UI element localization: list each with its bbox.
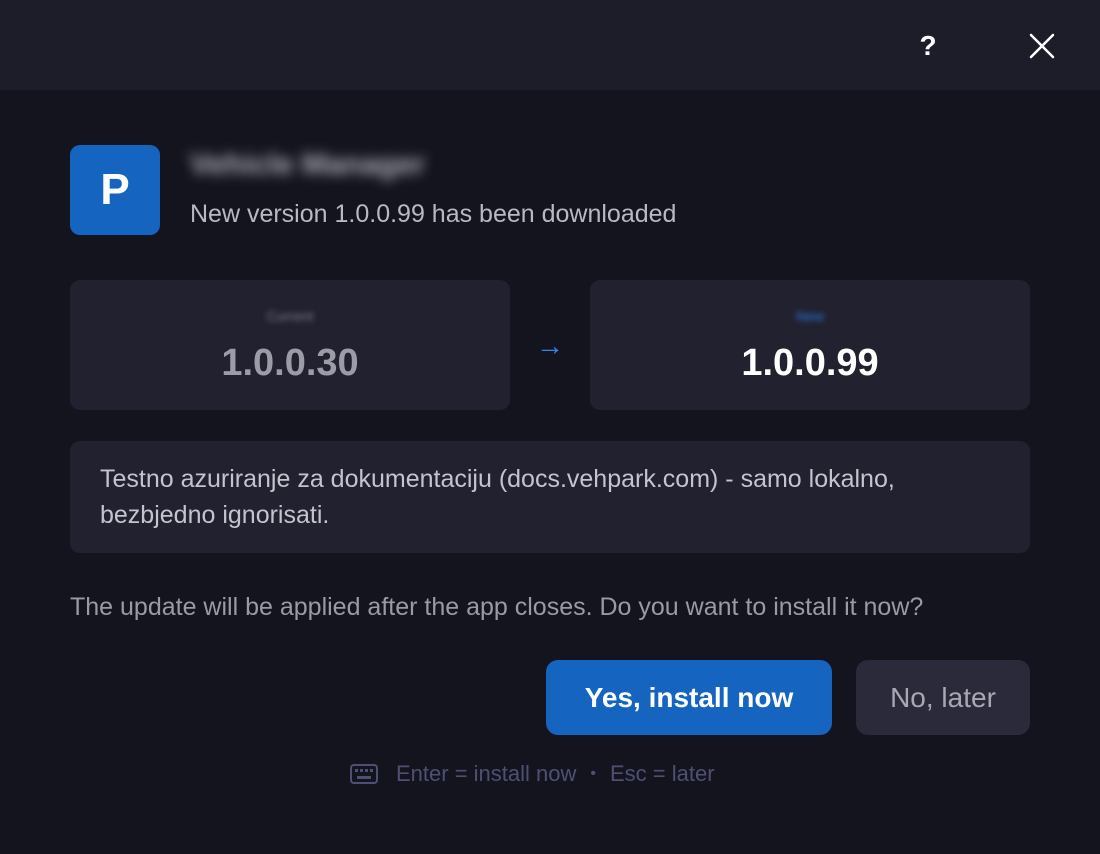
- app-name-redacted: Vehicle Manager: [190, 148, 500, 192]
- arrow-icon: →: [536, 330, 564, 361]
- update-dialog: P Vehicle Manager New version 1.0.0.99 h…: [0, 90, 1100, 854]
- download-status: New version 1.0.0.99 has been downloaded: [190, 200, 677, 228]
- hint-esc: Esc = later: [609, 761, 715, 786]
- hint-separator: •: [590, 765, 596, 782]
- help-button[interactable]: ?: [908, 24, 948, 68]
- title-bar: ?: [0, 0, 1100, 90]
- new-version-card: New 1.0.0.99: [590, 280, 1030, 410]
- app-icon: P: [70, 145, 160, 235]
- keyboard-icon: [350, 764, 378, 784]
- current-version-card: Current 1.0.0.30: [70, 280, 510, 410]
- install-now-button[interactable]: Yes, install now: [546, 660, 832, 735]
- new-version-number: 1.0.0.99: [741, 342, 879, 384]
- release-notes: Testno azuriranje za dokumentaciju (docs…: [70, 441, 1030, 553]
- current-version-label: Current: [266, 308, 314, 324]
- hint-enter: Enter = install now: [396, 761, 577, 786]
- app-name-text: Vehicle Manager: [190, 148, 426, 181]
- install-question: The update will be applied after the app…: [70, 593, 924, 621]
- keyboard-hint: Enter = install now • Esc = later: [350, 759, 715, 789]
- release-notes-text: Testno azuriranje za dokumentaciju (docs…: [100, 465, 895, 529]
- later-button[interactable]: No, later: [856, 660, 1030, 735]
- close-icon: [1029, 33, 1055, 59]
- close-button[interactable]: [1020, 24, 1064, 68]
- current-version-number: 1.0.0.30: [221, 342, 359, 384]
- new-version-label: New: [795, 308, 824, 324]
